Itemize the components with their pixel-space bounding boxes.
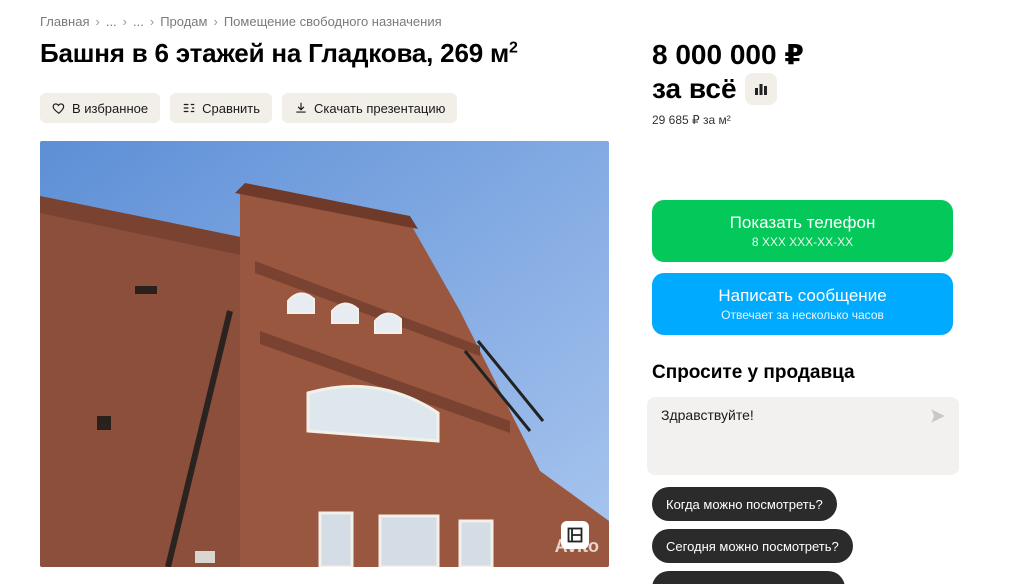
favorite-label: В избранное <box>72 100 149 116</box>
breadcrumb: Главная › ... › ... › Продам › Помещение… <box>40 14 442 29</box>
title-text: Башня в 6 этажей на Гладкова, 269 м <box>40 38 510 68</box>
favorite-button[interactable]: В избранное <box>40 93 161 123</box>
heart-icon <box>52 103 65 114</box>
message-text: Здравствуйте! <box>661 407 754 423</box>
breadcrumb-item-category[interactable]: Помещение свободного назначения <box>224 14 442 29</box>
gallery-button[interactable] <box>561 521 589 549</box>
show-phone-button[interactable]: Показать телефон 8 XXX XXX-XX-XX <box>652 200 953 262</box>
listing-photo[interactable]: Avito <box>40 141 609 567</box>
download-presentation-button[interactable]: Скачать презентацию <box>282 93 458 123</box>
compare-icon <box>183 103 195 113</box>
quick-question-chip[interactable]: Сегодня можно посмотреть? <box>652 529 853 563</box>
compare-button[interactable]: Сравнить <box>170 93 273 123</box>
breadcrumb-item-2[interactable]: ... <box>133 14 144 29</box>
price-per-meter: 29 685 ₽ за м² <box>652 113 731 127</box>
message-input[interactable]: Здравствуйте! <box>647 397 959 475</box>
gallery-icon <box>567 527 583 543</box>
action-bar: В избранное Сравнить Скачать презентацию <box>40 93 458 123</box>
quick-question-chip[interactable]: Завтра можно посмотреть? <box>652 571 846 584</box>
compare-label: Сравнить <box>202 100 261 116</box>
send-icon[interactable] <box>929 407 947 425</box>
price-stats-button[interactable] <box>744 73 777 105</box>
breadcrumb-item-home[interactable]: Главная <box>40 14 89 29</box>
breadcrumb-separator: › <box>149 14 155 29</box>
write-message-button[interactable]: Написать сообщение Отвечает за несколько… <box>652 273 953 335</box>
download-icon <box>296 102 306 113</box>
breadcrumb-separator: › <box>213 14 218 29</box>
show-phone-label: Показать телефон <box>729 213 876 232</box>
title-sup: 2 <box>509 39 518 57</box>
quick-question-chip[interactable]: Когда можно посмотреть? <box>652 487 837 521</box>
response-time: Отвечает за несколько часов <box>721 308 884 322</box>
ask-seller-title: Спросите у продавца <box>652 362 855 383</box>
write-message-label: Написать сообщение <box>718 286 887 305</box>
price-amount: 8 000 000 ₽ <box>652 39 804 70</box>
breadcrumb-item-sell[interactable]: Продам <box>160 14 207 29</box>
download-label: Скачать презентацию <box>314 100 446 116</box>
page-title: Башня в 6 этажей на Гладкова, 269 м2 <box>40 38 518 69</box>
bar-chart-icon <box>754 84 767 95</box>
building-image <box>40 141 609 567</box>
price-unit-row: за всё <box>652 72 777 106</box>
breadcrumb-separator: › <box>95 14 100 29</box>
price-unit: за всё <box>652 73 737 104</box>
breadcrumb-item-1[interactable]: ... <box>106 14 117 29</box>
breadcrumb-separator: › <box>122 14 128 29</box>
phone-mask: 8 XXX XXX-XX-XX <box>751 235 854 249</box>
